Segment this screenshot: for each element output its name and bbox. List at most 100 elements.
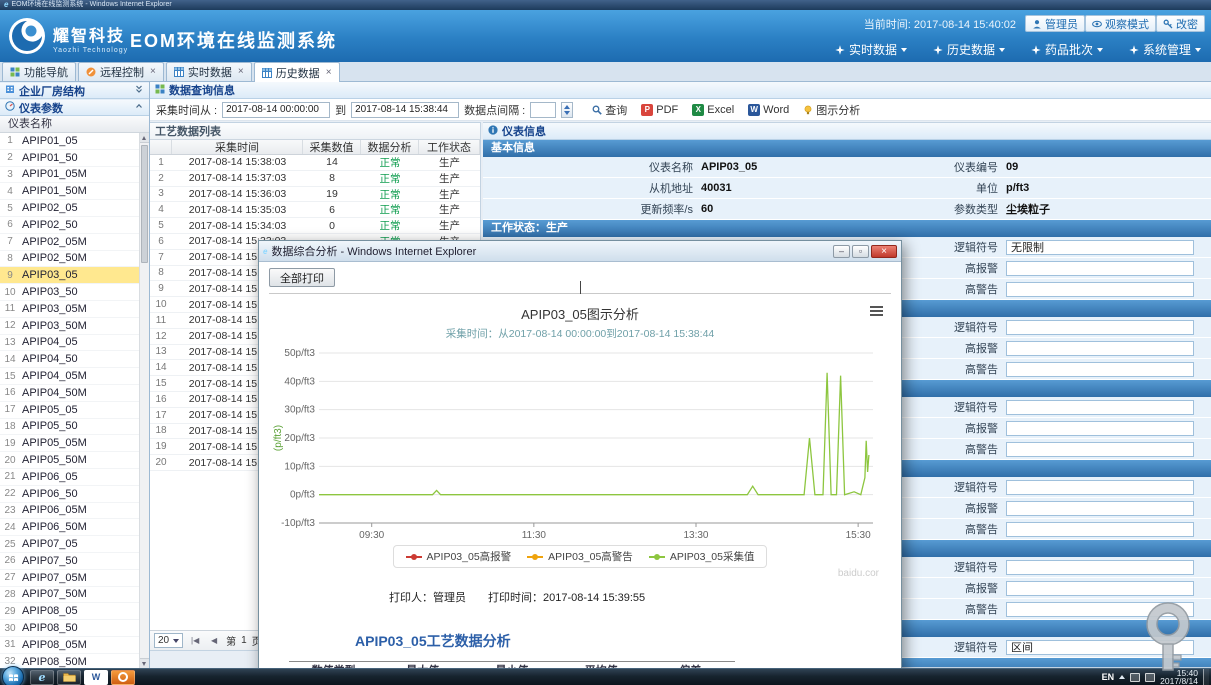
field-input[interactable]: [1006, 442, 1194, 457]
meter-list-item[interactable]: 31APIP08_05M: [0, 637, 149, 654]
meter-list-item[interactable]: 16APIP04_50M: [0, 385, 149, 402]
legend-item[interactable]: APIP03_05高警告: [527, 549, 633, 564]
tab-item[interactable]: 远程控制: [78, 62, 164, 81]
field-input[interactable]: [1006, 362, 1194, 377]
meter-list-item[interactable]: 25APIP07_05: [0, 536, 149, 553]
meter-list-item[interactable]: 15APIP04_05M: [0, 368, 149, 385]
tray-volume-icon[interactable]: [1145, 673, 1155, 682]
meter-list-item[interactable]: 5APIP02_05: [0, 200, 149, 217]
field-input[interactable]: [1006, 560, 1194, 575]
page-size-select[interactable]: 20: [154, 633, 183, 648]
field-input[interactable]: [1006, 261, 1194, 276]
meter-list-item[interactable]: 4APIP01_50M: [0, 183, 149, 200]
chart-menu-icon[interactable]: [870, 306, 883, 316]
tab-item[interactable]: 历史数据: [254, 62, 340, 82]
meter-list-item[interactable]: 30APIP08_50: [0, 620, 149, 637]
search-button[interactable]: 查询: [586, 101, 633, 119]
start-button[interactable]: [2, 666, 24, 685]
observe-mode-button[interactable]: 观察模式: [1085, 15, 1156, 32]
meter-list-item[interactable]: 14APIP04_50: [0, 351, 149, 368]
date-to-input[interactable]: [351, 102, 459, 118]
taskbar-clock[interactable]: 15:40 2017/8/14: [1160, 669, 1198, 685]
close-icon[interactable]: [326, 68, 332, 78]
top-menu-item[interactable]: 实时数据: [835, 41, 907, 58]
field-input[interactable]: [1006, 581, 1194, 596]
taskbar-folder-icon[interactable]: [57, 670, 81, 685]
table-row[interactable]: 32017-08-14 15:36:0319正常生产: [150, 187, 480, 203]
tray-chevron-up-icon[interactable]: [1119, 675, 1125, 679]
legend-item[interactable]: APIP03_05采集值: [649, 549, 755, 564]
admin-button[interactable]: 管理员: [1025, 15, 1085, 32]
tab-item[interactable]: 实时数据: [166, 62, 252, 81]
top-menu-item[interactable]: 药品批次: [1031, 41, 1103, 58]
field-input[interactable]: [1006, 421, 1194, 436]
taskbar-app-icon[interactable]: [111, 670, 135, 685]
meter-list-item[interactable]: 22APIP06_50: [0, 486, 149, 503]
meter-list-item[interactable]: 7APIP02_05M: [0, 234, 149, 251]
table-row[interactable]: 52017-08-14 15:34:030正常生产: [150, 218, 480, 234]
meter-list-item[interactable]: 17APIP05_05: [0, 402, 149, 419]
field-input[interactable]: [1006, 501, 1194, 516]
meter-list-item[interactable]: 3APIP01_05M: [0, 167, 149, 184]
meter-list-item[interactable]: 11APIP03_05M: [0, 301, 149, 318]
minimize-button[interactable]: [833, 245, 850, 258]
field-input[interactable]: [1006, 602, 1194, 617]
meter-list-item[interactable]: 32APIP08_50M: [0, 654, 149, 668]
meter-list-item[interactable]: 12APIP03_50M: [0, 318, 149, 335]
close-button[interactable]: [871, 245, 897, 258]
pdf-export-button[interactable]: PPDF: [635, 101, 684, 119]
field-input[interactable]: [1006, 282, 1194, 297]
tab-item[interactable]: 功能导航: [2, 62, 76, 81]
prev-page-button[interactable]: [207, 636, 221, 645]
meter-list-item[interactable]: 21APIP06_05: [0, 469, 149, 486]
print-all-button[interactable]: 全部打印: [269, 268, 335, 287]
step-up-icon[interactable]: [564, 105, 570, 109]
scroll-down-icon[interactable]: [140, 658, 149, 668]
tray-network-icon[interactable]: [1130, 673, 1140, 682]
chart-analysis-button[interactable]: 图示分析: [797, 101, 866, 119]
taskbar-ie-icon[interactable]: [30, 670, 54, 685]
meter-list-item[interactable]: 27APIP07_05M: [0, 570, 149, 587]
language-indicator[interactable]: EN: [1102, 672, 1115, 682]
meter-list-item[interactable]: 13APIP04_05: [0, 335, 149, 352]
top-menu-item[interactable]: 系统管理: [1129, 41, 1201, 58]
meter-list-item[interactable]: 18APIP05_50: [0, 419, 149, 436]
field-input[interactable]: [1006, 320, 1194, 335]
field-input[interactable]: [1006, 341, 1194, 356]
meter-list-item[interactable]: 19APIP05_05M: [0, 435, 149, 452]
field-input[interactable]: 区间: [1006, 640, 1194, 655]
sidebar-scrollbar[interactable]: [139, 133, 149, 668]
meter-list-item[interactable]: 20APIP05_50M: [0, 452, 149, 469]
meter-list-item[interactable]: 10APIP03_50: [0, 284, 149, 301]
field-input[interactable]: [1006, 522, 1194, 537]
meter-list-item[interactable]: 1APIP01_05: [0, 133, 149, 150]
meter-list-item[interactable]: 8APIP02_50M: [0, 251, 149, 268]
close-icon[interactable]: [150, 67, 156, 77]
interval-input[interactable]: [530, 102, 556, 118]
show-desktop-button[interactable]: [1203, 669, 1209, 685]
legend-item[interactable]: APIP03_05高报警: [406, 549, 512, 564]
change-password-button[interactable]: 改密: [1156, 15, 1205, 32]
meter-list-item[interactable]: 24APIP06_50M: [0, 519, 149, 536]
table-row[interactable]: 22017-08-14 15:37:038正常生产: [150, 171, 480, 187]
meter-list-item[interactable]: 26APIP07_50: [0, 553, 149, 570]
field-input[interactable]: [1006, 480, 1194, 495]
field-input[interactable]: [1006, 400, 1194, 415]
meter-list-item[interactable]: 28APIP07_50M: [0, 587, 149, 604]
meter-list-item[interactable]: 9APIP03_05: [0, 267, 149, 284]
interval-stepper[interactable]: [561, 102, 573, 118]
popup-titlebar[interactable]: 数据综合分析 - Windows Internet Explorer: [259, 241, 901, 262]
meter-list-item[interactable]: 2APIP01_50: [0, 150, 149, 167]
panel-header-meter-params[interactable]: 仪表参数: [0, 99, 149, 116]
meter-list-item[interactable]: 23APIP06_05M: [0, 503, 149, 520]
date-from-input[interactable]: [222, 102, 330, 118]
panel-header-plant-structure[interactable]: 企业厂房结构: [0, 82, 149, 99]
table-row[interactable]: 12017-08-14 15:38:0314正常生产: [150, 155, 480, 171]
first-page-button[interactable]: [188, 636, 202, 645]
meter-list-item[interactable]: 6APIP02_50: [0, 217, 149, 234]
close-icon[interactable]: [238, 67, 244, 77]
scroll-up-icon[interactable]: [140, 133, 149, 143]
table-row[interactable]: 42017-08-14 15:35:036正常生产: [150, 202, 480, 218]
taskbar-word-icon[interactable]: [84, 670, 108, 685]
excel-export-button[interactable]: XExcel: [686, 101, 740, 119]
